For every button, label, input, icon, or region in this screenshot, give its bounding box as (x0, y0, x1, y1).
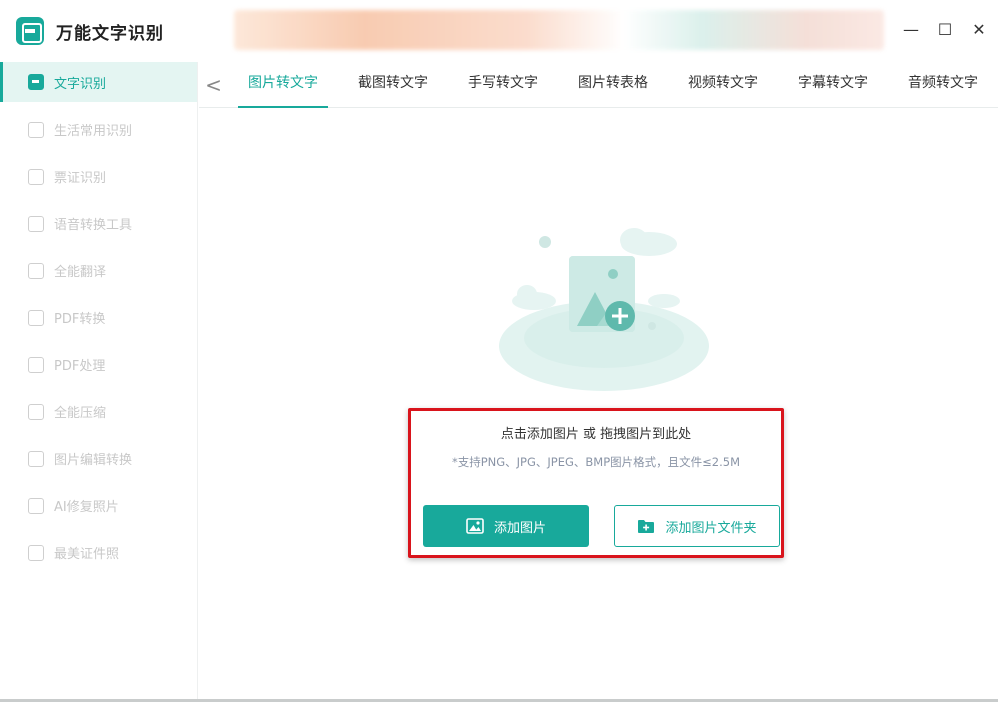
close-button[interactable]: ✕ (970, 18, 988, 42)
tab-subtitle-to-text[interactable]: 字幕转文字 (778, 62, 888, 108)
scan-icon (28, 74, 44, 90)
tab-image-to-text[interactable]: 图片转文字 (228, 62, 338, 108)
sidebar-item-daily-recognition[interactable]: 生活常用识别 (0, 106, 197, 153)
maximize-button[interactable]: ☐ (936, 18, 954, 42)
id-photo-icon (28, 544, 44, 561)
sidebar-item-label: 最美证件照 (54, 547, 120, 562)
sidebar-item-ticket-recognition[interactable]: 票证识别 (0, 153, 197, 200)
tab-handwriting-to-text[interactable]: 手写转文字 (448, 62, 558, 108)
sidebar-item-id-photo[interactable]: 最美证件照 (0, 529, 197, 576)
feature-tabs: < 图片转文字 截图转文字 手写转文字 图片转表格 视频转文字 字幕转文字 音频… (199, 62, 998, 108)
voice-icon (28, 215, 44, 232)
sidebar-item-label: 生活常用识别 (54, 124, 133, 139)
scan-icon (28, 121, 44, 138)
image-icon (28, 497, 44, 514)
sidebar-item-text-recognition[interactable]: 文字识别 (0, 62, 197, 102)
sidebar-item-compress[interactable]: 全能压缩 (0, 388, 197, 435)
chevron-left-icon[interactable]: < (199, 73, 228, 97)
upload-hint: 点击添加图片 或 拖拽图片到此处 (500, 427, 692, 442)
sidebar-item-label: PDF处理 (54, 359, 106, 374)
folder-add-icon (638, 520, 655, 533)
tab-audio-to-text[interactable]: 音频转文字 (888, 62, 998, 108)
sidebar: 文字识别 生活常用识别 票证识别 语音转换工具 全能翻译 PDF转换 PDF处理… (0, 62, 198, 702)
sidebar-item-pdf-process[interactable]: PDF处理 (0, 341, 197, 388)
pdf-icon (28, 356, 44, 373)
sidebar-item-label: 图片编辑转换 (54, 453, 133, 468)
scan-icon (28, 168, 44, 185)
window-controls: — ☐ ✕ (902, 18, 988, 42)
sidebar-item-label: 语音转换工具 (54, 218, 133, 233)
sidebar-item-label: 票证识别 (54, 171, 107, 186)
title-bar: 万能文字识别 — ☐ ✕ (0, 0, 998, 62)
upload-drop-zone[interactable]: 点击添加图片 或 拖拽图片到此处 *支持PNG、JPG、JPEG、BMP图片格式… (408, 408, 784, 558)
tab-video-to-text[interactable]: 视频转文字 (668, 62, 778, 108)
sidebar-item-label: PDF转换 (54, 312, 106, 327)
sidebar-item-label: 全能翻译 (54, 265, 107, 280)
sidebar-item-label: 文字识别 (54, 76, 107, 92)
sidebar-item-pdf-convert[interactable]: PDF转换 (0, 294, 197, 341)
supported-formats-note: *支持PNG、JPG、JPEG、BMP图片格式，且文件≤2.5M (451, 455, 741, 469)
sidebar-item-label: AI修复照片 (54, 500, 119, 515)
sidebar-item-ai-repair[interactable]: AI修复照片 (0, 482, 197, 529)
sidebar-item-voice-tools[interactable]: 语音转换工具 (0, 200, 197, 247)
add-image-button[interactable]: 添加图片 (423, 505, 589, 547)
sidebar-item-label: 全能压缩 (54, 406, 107, 421)
upload-illustration-icon (499, 228, 709, 391)
pdf-icon (28, 309, 44, 326)
add-image-folder-button[interactable]: 添加图片文件夹 (614, 505, 780, 547)
image-icon (466, 518, 484, 534)
main-content: 点击添加图片 或 拖拽图片到此处 *支持PNG、JPG、JPEG、BMP图片格式… (199, 108, 998, 702)
minimize-button[interactable]: — (902, 18, 920, 42)
sidebar-item-image-edit[interactable]: 图片编辑转换 (0, 435, 197, 482)
tab-screenshot-to-text[interactable]: 截图转文字 (338, 62, 448, 108)
app-title: 万能文字识别 (56, 23, 164, 44)
image-icon (28, 450, 44, 467)
tab-image-to-table[interactable]: 图片转表格 (558, 62, 668, 108)
sidebar-item-translate[interactable]: 全能翻译 (0, 247, 197, 294)
compress-icon (28, 403, 44, 420)
app-logo-icon (16, 17, 44, 45)
blurred-banner (234, 10, 884, 50)
add-image-folder-label: 添加图片文件夹 (665, 520, 757, 536)
translate-icon (28, 262, 44, 279)
brand: 万能文字识别 (16, 17, 164, 45)
add-image-label: 添加图片 (493, 520, 546, 536)
